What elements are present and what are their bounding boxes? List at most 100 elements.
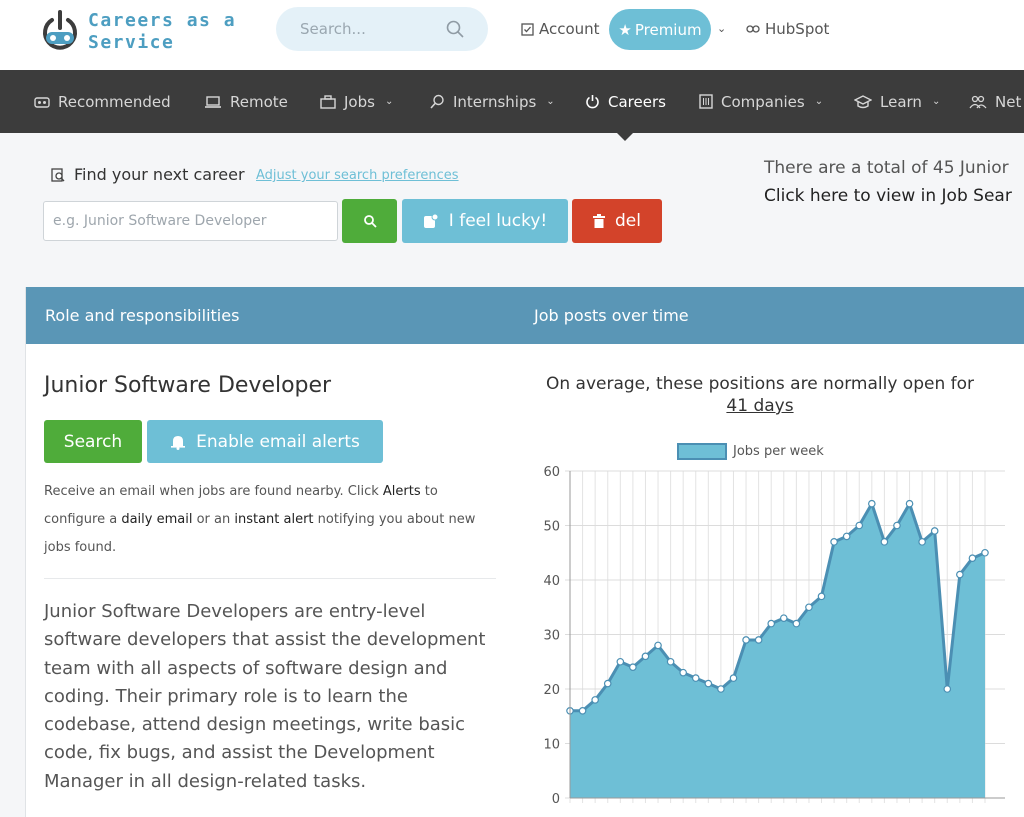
data-point xyxy=(754,636,763,644)
nav-companies[interactable]: Companies ⌄ xyxy=(699,70,823,133)
search-icon[interactable] xyxy=(446,20,464,38)
checkbox-icon xyxy=(521,22,534,36)
y-tick-label: 60 xyxy=(543,465,560,480)
series-area xyxy=(570,503,985,798)
data-point xyxy=(666,657,675,666)
data-point xyxy=(767,619,776,628)
nav-jobs-label: Jobs xyxy=(344,92,375,111)
nav-jobs[interactable]: Jobs ⌄ xyxy=(320,70,393,133)
nav-remote[interactable]: Remote xyxy=(204,70,288,133)
job-search-button[interactable]: Search xyxy=(44,420,142,463)
feel-lucky-button[interactable]: I feel lucky! xyxy=(402,199,568,243)
nav-network[interactable]: Net xyxy=(969,70,1021,133)
data-point xyxy=(654,641,662,650)
users-icon xyxy=(969,95,987,108)
career-search-input[interactable] xyxy=(43,201,338,241)
data-point xyxy=(578,707,587,715)
premium-button[interactable]: ★ Premium xyxy=(609,9,711,50)
y-tick-label: 0 xyxy=(552,792,560,807)
daily-email-link[interactable]: daily email xyxy=(121,512,192,527)
building-icon xyxy=(699,94,713,109)
find-career-text: Find your next career xyxy=(74,165,245,184)
chevron-down-icon: ⌄ xyxy=(546,96,555,107)
nav-recommended[interactable]: Recommended xyxy=(34,70,171,133)
job-posts-chart: 0 10 20 30 40 50 60 xyxy=(543,465,1005,807)
nav-learn[interactable]: Learn ⌄ xyxy=(854,70,940,133)
y-tick-label: 40 xyxy=(543,574,560,589)
search-icon xyxy=(430,94,444,109)
premium-label: Premium xyxy=(634,20,702,39)
data-point xyxy=(603,679,612,688)
nav-careers[interactable]: Careers xyxy=(585,70,666,133)
data-point xyxy=(691,674,700,682)
alerts-link[interactable]: Alerts xyxy=(383,484,421,499)
recommended-icon xyxy=(34,96,50,108)
job-title: Junior Software Developer xyxy=(44,373,332,398)
main-nav: Recommended Remote Jobs ⌄ Internships ⌄ … xyxy=(0,70,1024,133)
delete-label: del xyxy=(615,211,641,231)
nav-network-label: Net xyxy=(995,92,1022,111)
chart-legend[interactable]: Jobs per week xyxy=(677,443,824,460)
posts-section-title: Job posts over time xyxy=(534,306,689,325)
average-open-label: On average, these positions are normally… xyxy=(545,374,975,394)
hubspot-label: HubSpot xyxy=(765,20,830,38)
search-document-icon xyxy=(51,167,65,182)
chevron-down-icon: ⌄ xyxy=(814,96,824,107)
role-section-title: Role and responsibilities xyxy=(45,306,240,325)
nav-internships[interactable]: Internships ⌄ xyxy=(430,70,555,133)
search-go-button[interactable] xyxy=(342,199,397,243)
nav-internships-label: Internships xyxy=(453,92,537,111)
header-search[interactable]: Search... xyxy=(276,7,488,51)
laptop-icon xyxy=(205,95,221,108)
enable-alerts-label: Enable email alerts xyxy=(196,431,360,452)
instant-alert-link[interactable]: instant alert xyxy=(234,512,313,527)
chevron-down-icon: ⌄ xyxy=(384,96,394,107)
bell-icon xyxy=(171,435,186,450)
data-point xyxy=(742,636,750,644)
power-icon xyxy=(586,95,599,109)
data-point xyxy=(981,548,989,557)
header: Careers as a Service Search... Account ★… xyxy=(0,0,1024,70)
panel-header: Role and responsibilities Job posts over… xyxy=(26,287,1024,344)
chevron-down-icon: ⌄ xyxy=(931,96,941,107)
enable-alerts-button[interactable]: Enable email alerts xyxy=(147,420,383,463)
data-point xyxy=(880,538,889,546)
logo-text: Careers as a Service xyxy=(88,10,236,54)
data-point xyxy=(842,532,851,541)
view-job-search-link[interactable]: Click here to view in Job Sear xyxy=(764,186,1012,206)
data-point xyxy=(956,570,964,579)
data-point xyxy=(779,614,788,622)
data-point xyxy=(729,674,738,682)
account-label: Account xyxy=(539,20,600,38)
y-tick-label: 10 xyxy=(543,738,560,753)
legend-label: Jobs per week xyxy=(733,444,824,459)
data-point xyxy=(817,592,826,601)
hubspot-link[interactable]: HubSpot xyxy=(746,20,829,38)
logo[interactable]: Careers as a Service xyxy=(40,10,236,54)
chevron-down-icon[interactable]: ⌄ xyxy=(717,22,726,35)
logo-power-icon xyxy=(43,10,77,50)
adjust-preferences-link[interactable]: Adjust your search preferences xyxy=(256,168,459,183)
star-icon: ★ xyxy=(618,20,632,39)
data-point xyxy=(868,499,876,508)
data-point xyxy=(704,679,713,688)
active-nav-pointer xyxy=(617,133,633,141)
alert-description: Receive an email when jobs are found nea… xyxy=(44,478,494,562)
data-point xyxy=(629,663,637,672)
search-icon xyxy=(363,215,377,228)
data-point xyxy=(893,521,901,530)
trash-icon xyxy=(593,214,605,228)
y-tick-label: 30 xyxy=(543,629,560,644)
legend-swatch xyxy=(677,443,727,460)
account-link[interactable]: Account xyxy=(521,20,600,38)
data-point xyxy=(930,527,939,535)
data-point xyxy=(968,554,977,563)
average-open-text: On average, these positions are normally… xyxy=(520,373,1000,417)
data-point xyxy=(905,499,914,508)
data-point xyxy=(591,696,599,704)
data-point xyxy=(641,652,650,661)
find-career-label: Find your next career xyxy=(50,165,245,184)
data-point xyxy=(943,685,952,693)
delete-button[interactable]: del xyxy=(572,199,662,243)
data-point xyxy=(830,538,838,546)
